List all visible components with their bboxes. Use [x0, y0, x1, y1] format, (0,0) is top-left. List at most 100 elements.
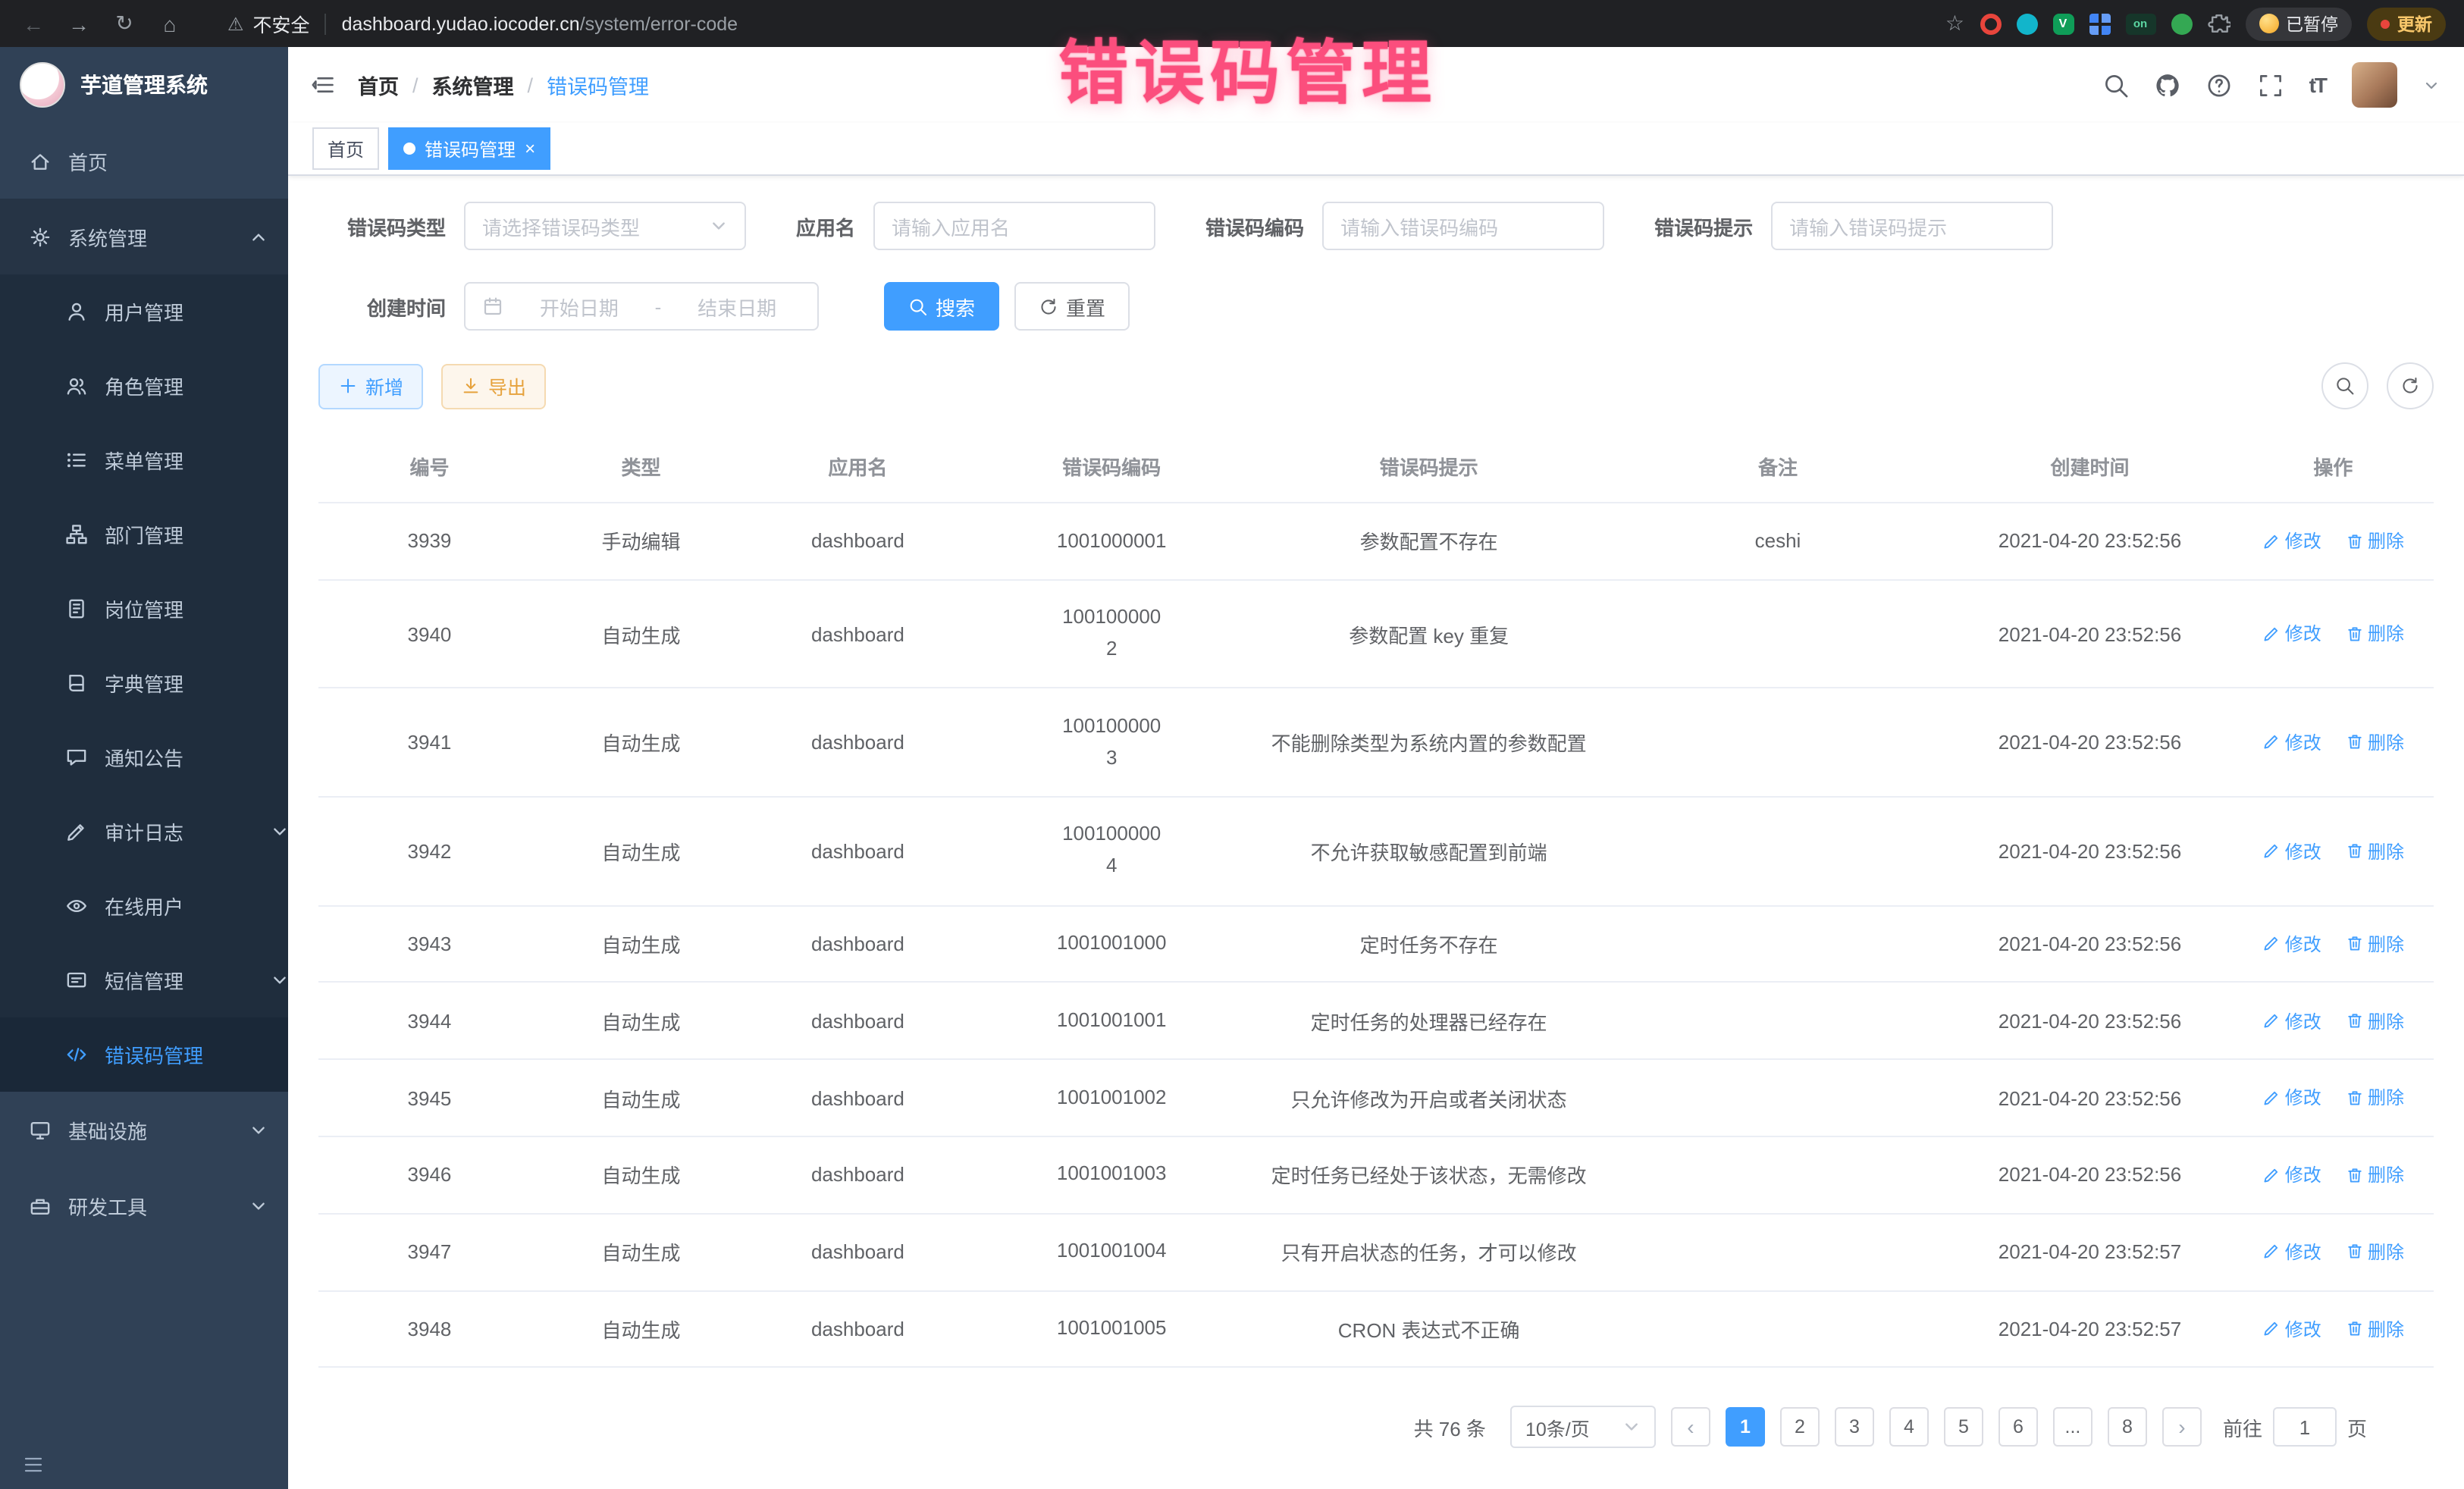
- tab-error-code-management[interactable]: 错误码管理 ×: [388, 127, 550, 170]
- sidebar-item-audit-log[interactable]: 审计日志: [0, 795, 288, 869]
- extension-teal-icon[interactable]: [2016, 13, 2037, 34]
- paused-badge[interactable]: 已暂停: [2245, 7, 2352, 40]
- browser-forward-icon[interactable]: →: [64, 11, 94, 36]
- sidebar-item-role-management[interactable]: 角色管理: [0, 349, 288, 423]
- extension-v-icon[interactable]: V: [2052, 13, 2074, 34]
- page-button-5[interactable]: 5: [1944, 1408, 1983, 1447]
- cell-app: dashboard: [741, 503, 974, 580]
- close-tab-icon[interactable]: ×: [525, 139, 535, 158]
- extension-grid-icon[interactable]: [2089, 13, 2110, 34]
- bookmark-star-icon[interactable]: ☆: [1945, 11, 1964, 36]
- breadcrumb-home[interactable]: 首页: [358, 70, 399, 100]
- logo[interactable]: 芋道管理系统: [0, 47, 288, 123]
- pencil-icon: [2262, 733, 2281, 751]
- help-icon[interactable]: [2206, 72, 2232, 98]
- delete-link[interactable]: 删除: [2345, 1315, 2404, 1341]
- edit-link[interactable]: 修改: [2262, 930, 2321, 956]
- filter-error-type: 错误码类型 请选择错误码类型: [318, 202, 746, 250]
- edit-link[interactable]: 修改: [2262, 1085, 2321, 1111]
- fullscreen-icon[interactable]: [2258, 72, 2284, 98]
- sidebar-item-online-users[interactable]: 在线用户: [0, 869, 288, 943]
- browser-reload-icon[interactable]: ↻: [109, 11, 140, 36]
- show-search-toggle-button[interactable]: [2321, 362, 2368, 409]
- extension-leaf-icon[interactable]: [2171, 13, 2192, 34]
- export-button[interactable]: 导出: [441, 363, 546, 409]
- edit-link[interactable]: 修改: [2262, 838, 2321, 864]
- page-size-select[interactable]: 10条/页: [1510, 1406, 1656, 1449]
- edit-link[interactable]: 修改: [2262, 1315, 2321, 1341]
- date-range-input[interactable]: 开始日期 - 结束日期: [464, 282, 819, 331]
- security-chip[interactable]: ⚠ 不安全: [227, 9, 310, 38]
- refresh-table-button[interactable]: [2387, 362, 2434, 409]
- sidebar-item-menu-management[interactable]: 菜单管理: [0, 423, 288, 497]
- delete-link[interactable]: 删除: [2345, 1008, 2404, 1033]
- sidebar-item-department-management[interactable]: 部门管理: [0, 497, 288, 572]
- delete-link[interactable]: 删除: [2345, 838, 2404, 864]
- sidebar-item-home[interactable]: 首页: [0, 123, 288, 199]
- error-type-select[interactable]: 请选择错误码类型: [464, 202, 746, 250]
- address-bar[interactable]: dashboard.yudao.iocoder.cn/system/error-…: [342, 13, 738, 34]
- sidebar-item-dictionary-management[interactable]: 字典管理: [0, 646, 288, 720]
- search-icon[interactable]: [2103, 72, 2129, 98]
- sidebar-item-error-code-management[interactable]: 错误码管理: [0, 1017, 288, 1092]
- eye-icon: [65, 895, 88, 917]
- user-avatar[interactable]: [2352, 62, 2397, 108]
- sidebar-item-user-management[interactable]: 用户管理: [0, 274, 288, 349]
- edit-link[interactable]: 修改: [2262, 528, 2321, 553]
- caret-down-icon[interactable]: [2423, 78, 2440, 92]
- sidebar-item-system-management[interactable]: 系统管理: [0, 199, 288, 274]
- extensions-puzzle-icon[interactable]: [2207, 12, 2230, 35]
- search-icon: [908, 296, 928, 316]
- filter-label: 错误码类型: [318, 212, 446, 240]
- sidebar-item-dev-tools[interactable]: 研发工具: [0, 1168, 288, 1243]
- breadcrumb-system[interactable]: 系统管理: [432, 70, 514, 100]
- search-button[interactable]: 搜索: [884, 282, 999, 331]
- cell-code: 1001001000: [974, 905, 1249, 983]
- app-name-input[interactable]: 请输入应用名: [873, 202, 1155, 250]
- sidebar-item-post-management[interactable]: 岗位管理: [0, 572, 288, 646]
- sidebar-item-sms-management[interactable]: 短信管理: [0, 943, 288, 1017]
- edit-link[interactable]: 修改: [2262, 1239, 2321, 1265]
- extension-red-icon[interactable]: [1980, 13, 2001, 34]
- page-button-4[interactable]: 4: [1889, 1408, 1929, 1447]
- delete-link[interactable]: 删除: [2345, 621, 2404, 647]
- sidebar-item-notice-announcement[interactable]: 通知公告: [0, 720, 288, 795]
- error-code-input[interactable]: 请输入错误码编码: [1322, 202, 1604, 250]
- page-button-3[interactable]: 3: [1835, 1408, 1874, 1447]
- browser-home-icon[interactable]: ⌂: [155, 11, 185, 36]
- delete-link[interactable]: 删除: [2345, 528, 2404, 553]
- page-button-8[interactable]: 8: [2108, 1408, 2147, 1447]
- delete-link[interactable]: 删除: [2345, 930, 2404, 956]
- pagination-ellipsis[interactable]: ...: [2053, 1408, 2093, 1447]
- goto-page-input[interactable]: [2273, 1408, 2337, 1447]
- cell-actions: 修改 删除: [2233, 688, 2434, 797]
- sidebar-collapse-button[interactable]: [21, 1454, 45, 1475]
- add-button[interactable]: 新增: [318, 363, 423, 409]
- tab-home[interactable]: 首页: [312, 127, 379, 170]
- sidebar-item-infrastructure[interactable]: 基础设施: [0, 1092, 288, 1168]
- delete-link[interactable]: 删除: [2345, 1161, 2404, 1187]
- prev-page-button[interactable]: ‹: [1671, 1408, 1710, 1447]
- delete-link[interactable]: 删除: [2345, 729, 2404, 755]
- page-button-6[interactable]: 6: [1998, 1408, 2038, 1447]
- next-page-button[interactable]: ›: [2162, 1408, 2202, 1447]
- edit-link[interactable]: 修改: [2262, 1161, 2321, 1187]
- browser-back-icon[interactable]: ←: [18, 11, 49, 36]
- update-button[interactable]: 更新: [2367, 7, 2446, 40]
- page-button-2[interactable]: 2: [1780, 1408, 1820, 1447]
- edit-link[interactable]: 修改: [2262, 621, 2321, 647]
- font-size-icon[interactable]: tT: [2309, 73, 2326, 97]
- table-row: 3942 自动生成 dashboard 100100000 4 不允许获取敏感配…: [318, 797, 2434, 905]
- sidebar-fold-button[interactable]: [309, 73, 337, 97]
- extension-on-icon[interactable]: on: [2125, 13, 2155, 34]
- page-button-1[interactable]: 1: [1726, 1408, 1765, 1447]
- delete-link[interactable]: 删除: [2345, 1239, 2404, 1265]
- delete-link[interactable]: 删除: [2345, 1085, 2404, 1111]
- edit-link[interactable]: 修改: [2262, 1008, 2321, 1033]
- cell-message: 不能删除类型为系统内置的参数配置: [1249, 688, 1609, 797]
- edit-link[interactable]: 修改: [2262, 729, 2321, 755]
- github-icon[interactable]: [2155, 72, 2180, 98]
- error-hint-input[interactable]: 请输入错误码提示: [1771, 202, 2053, 250]
- list-icon: [65, 449, 88, 472]
- reset-button[interactable]: 重置: [1014, 282, 1130, 331]
